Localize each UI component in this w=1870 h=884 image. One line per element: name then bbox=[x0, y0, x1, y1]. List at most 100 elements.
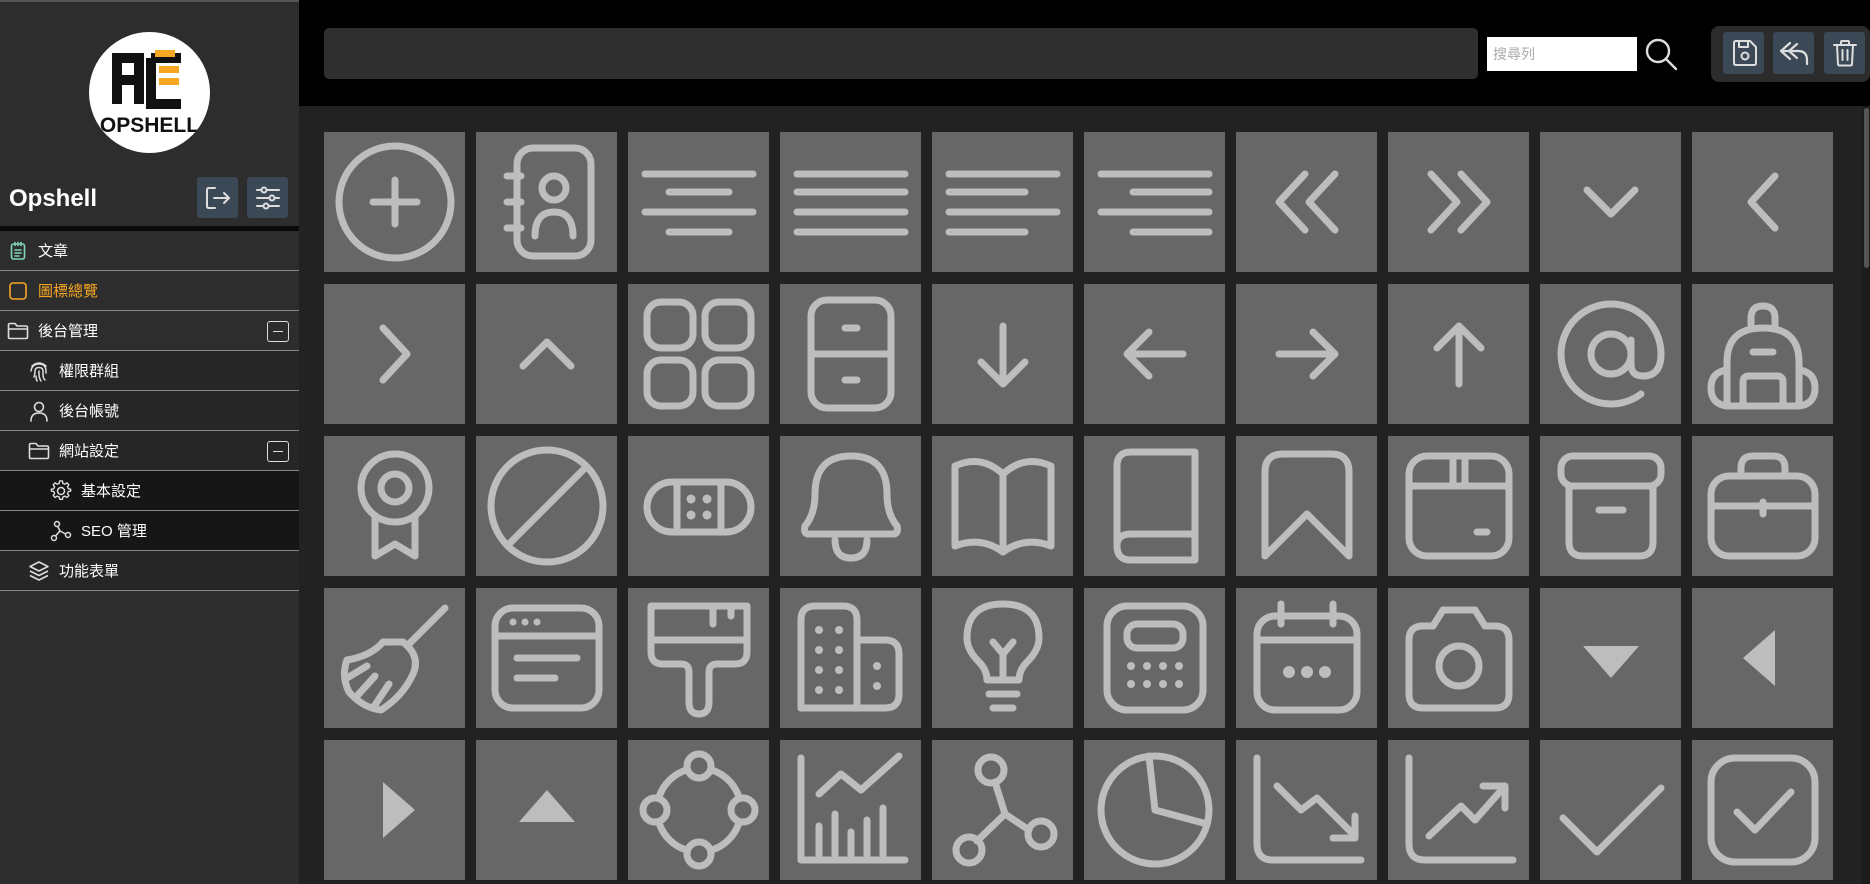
icon-tile[interactable] bbox=[476, 436, 617, 576]
icon-tile[interactable] bbox=[1388, 132, 1529, 272]
delete-button[interactable] bbox=[1824, 32, 1865, 74]
icon-tile[interactable] bbox=[780, 436, 921, 576]
icon-tile[interactable] bbox=[476, 588, 617, 728]
sidebar-item-label: 後台管理 bbox=[38, 323, 99, 340]
icon-tile[interactable] bbox=[1388, 588, 1529, 728]
sidebar-item-function-forms[interactable]: 功能表單 bbox=[0, 551, 299, 591]
icon-tile[interactable] bbox=[1388, 436, 1529, 576]
icon-tile[interactable] bbox=[628, 132, 769, 272]
icon-tile[interactable] bbox=[1084, 132, 1225, 272]
buildings-icon bbox=[797, 602, 902, 712]
icon-tile[interactable] bbox=[628, 588, 769, 728]
icon-tile[interactable] bbox=[1236, 284, 1377, 424]
briefcase-icon bbox=[1707, 452, 1818, 560]
book-open-icon bbox=[951, 458, 1054, 556]
icon-tile[interactable] bbox=[324, 132, 465, 272]
sidebar-item-icon-overview[interactable]: 圖標總覽 bbox=[0, 271, 299, 311]
icon-tile[interactable] bbox=[932, 588, 1073, 728]
icon-tile[interactable] bbox=[1236, 740, 1377, 880]
apps-icon bbox=[643, 298, 754, 410]
sidebar-item-permission-groups[interactable]: 權限群組 bbox=[0, 351, 299, 391]
breadcrumb-bar bbox=[324, 28, 1478, 79]
icon-tile[interactable] bbox=[1540, 436, 1681, 576]
icon-tile[interactable] bbox=[932, 132, 1073, 272]
sidebar-item-label: 圖標總覽 bbox=[38, 283, 99, 300]
sidebar-item-site-settings[interactable]: 網站設定 bbox=[0, 431, 299, 471]
icon-tile[interactable] bbox=[780, 588, 921, 728]
icon-tile[interactable] bbox=[932, 284, 1073, 424]
icon-tile[interactable] bbox=[1692, 284, 1833, 424]
icon-tile[interactable] bbox=[1388, 284, 1529, 424]
icon-tile[interactable] bbox=[1692, 588, 1833, 728]
icon-tile[interactable] bbox=[628, 284, 769, 424]
icon-tile[interactable] bbox=[476, 132, 617, 272]
collapse-toggle[interactable] bbox=[267, 321, 289, 342]
icon-tile[interactable] bbox=[324, 284, 465, 424]
logout-icon bbox=[205, 186, 230, 209]
caret-down-icon bbox=[1582, 646, 1639, 678]
plus-circle-icon bbox=[335, 142, 454, 262]
icon-tile[interactable] bbox=[628, 740, 769, 880]
action-toolbar bbox=[1711, 26, 1870, 82]
undo-button[interactable] bbox=[1773, 32, 1814, 74]
sidebar-item-label: SEO 管理 bbox=[81, 523, 147, 540]
icon-grid-panel bbox=[299, 106, 1870, 884]
collapse-toggle[interactable] bbox=[267, 441, 289, 462]
icon-tile[interactable] bbox=[324, 436, 465, 576]
sidebar-item-basic-settings[interactable]: 基本設定 bbox=[0, 471, 299, 511]
scrollbar[interactable] bbox=[1862, 106, 1870, 884]
ban-icon bbox=[487, 446, 606, 566]
search-button[interactable] bbox=[1642, 35, 1680, 73]
sidebar-item-label: 基本設定 bbox=[81, 483, 142, 500]
icon-tile[interactable] bbox=[476, 740, 617, 880]
icon-tile[interactable] bbox=[780, 284, 921, 424]
icon-tile[interactable] bbox=[1692, 436, 1833, 576]
layers-icon bbox=[28, 560, 50, 582]
icon-tile[interactable] bbox=[324, 740, 465, 880]
box-icon bbox=[1405, 452, 1512, 560]
icon-tile[interactable] bbox=[1540, 284, 1681, 424]
icon-tile[interactable] bbox=[932, 740, 1073, 880]
camera-icon bbox=[1405, 606, 1512, 712]
chevron-right-icon bbox=[379, 324, 410, 384]
sidebar-item-articles[interactable]: 文章 bbox=[0, 231, 299, 271]
icon-tile[interactable] bbox=[476, 284, 617, 424]
sidebar-item-backend[interactable]: 後台管理 bbox=[0, 311, 299, 351]
align-left-icon bbox=[945, 170, 1060, 236]
icon-tile[interactable] bbox=[932, 436, 1073, 576]
caret-left-icon bbox=[1742, 630, 1775, 686]
align-justify-icon bbox=[793, 170, 908, 236]
icon-tile[interactable] bbox=[1084, 284, 1225, 424]
icon-tile[interactable] bbox=[1692, 740, 1833, 880]
icon-tile[interactable] bbox=[1236, 132, 1377, 272]
sidebar-item-admin-accounts[interactable]: 後台帳號 bbox=[0, 391, 299, 431]
icon-tile[interactable] bbox=[780, 740, 921, 880]
chevrons-right-icon bbox=[1427, 170, 1490, 234]
search-input[interactable] bbox=[1487, 37, 1637, 71]
logout-button[interactable] bbox=[197, 177, 238, 218]
sliders-button[interactable] bbox=[247, 177, 288, 218]
sidebar-item-seo[interactable]: SEO 管理 bbox=[0, 511, 299, 551]
icon-tile[interactable] bbox=[1540, 132, 1681, 272]
align-right-icon bbox=[1097, 170, 1212, 236]
icon-tile[interactable] bbox=[1084, 740, 1225, 880]
scrollbar-thumb[interactable] bbox=[1864, 108, 1869, 268]
icon-tile[interactable] bbox=[1084, 588, 1225, 728]
folder-icon bbox=[7, 320, 29, 342]
icon-tile[interactable] bbox=[1692, 132, 1833, 272]
icon-tile[interactable] bbox=[324, 588, 465, 728]
icon-tile[interactable] bbox=[1084, 436, 1225, 576]
icon-tile[interactable] bbox=[1388, 740, 1529, 880]
notepad-icon bbox=[7, 240, 29, 262]
icon-tile[interactable] bbox=[1236, 436, 1377, 576]
icon-tile[interactable] bbox=[1540, 588, 1681, 728]
sidebar-item-label: 功能表單 bbox=[59, 563, 120, 580]
save-button[interactable] bbox=[1723, 32, 1764, 74]
icon-tile[interactable] bbox=[780, 132, 921, 272]
icon-tile[interactable] bbox=[628, 436, 769, 576]
svg-text:OPSHELL: OPSHELL bbox=[100, 114, 199, 137]
icon-tile[interactable] bbox=[1236, 588, 1377, 728]
molecule-icon bbox=[952, 753, 1057, 867]
network-icon bbox=[50, 520, 72, 542]
icon-tile[interactable] bbox=[1540, 740, 1681, 880]
